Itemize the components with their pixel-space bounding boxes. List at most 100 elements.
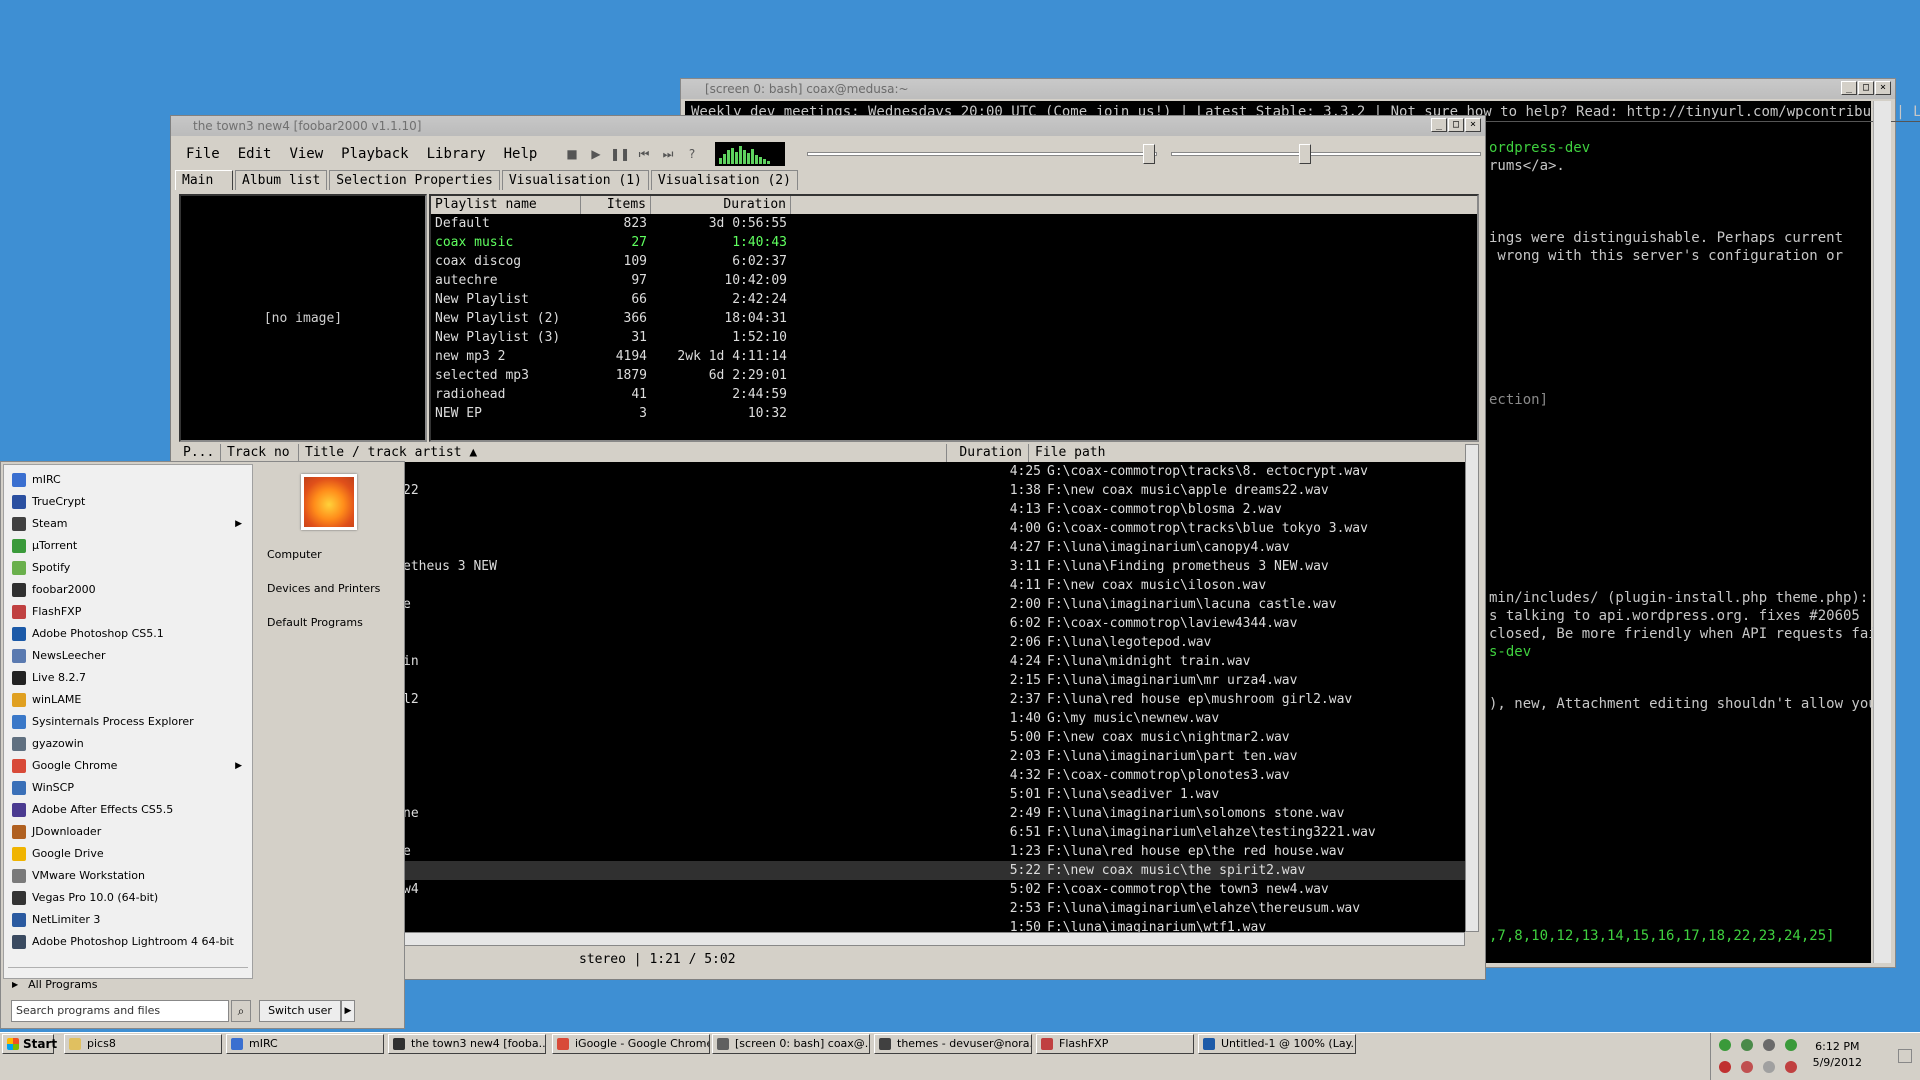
network-icon[interactable] [1719,1039,1731,1051]
program-adobe-photoshop-cs5-1[interactable]: Adobe Photoshop CS5.1 [4,623,252,645]
flashfxp-tray-icon[interactable] [1785,1061,1797,1073]
tray-app-icon[interactable] [1763,1061,1775,1073]
bash-titlebar[interactable]: [screen 0: bash] coax@medusa:~ _ □ × [681,79,1895,99]
close-button[interactable]: × [1875,81,1891,95]
playlist-row[interactable]: Default 823 3d 0:56:55 [431,214,1477,233]
menu-playback[interactable]: Playback [332,146,417,162]
program--torrent[interactable]: µTorrent [4,535,252,557]
seek-bar[interactable] [1171,152,1481,156]
taskbar-button[interactable]: FlashFXP [1036,1034,1194,1054]
col-items[interactable]: Items [581,196,651,214]
program-spotify[interactable]: Spotify [4,557,252,579]
program-google-drive[interactable]: Google Drive [4,843,252,865]
taskbar-button[interactable]: Untitled-1 @ 100% (Lay... [1198,1034,1356,1054]
taskbar-button[interactable]: iGoogle - Google Chrome [552,1034,710,1054]
program-winscp[interactable]: WinSCP [4,777,252,799]
switch-user-button[interactable]: Switch user [259,1000,341,1022]
program-sysinternals-process-explorer[interactable]: Sysinternals Process Explorer [4,711,252,733]
tab-album-list[interactable]: Album list [235,170,328,190]
start-button[interactable]: Start [2,1034,57,1054]
playlist-row[interactable]: selected mp3 1879 6d 2:29:01 [431,366,1477,385]
playlist-row[interactable]: autechre 97 10:42:09 [431,271,1477,290]
program-adobe-photoshop-lightroom-4-64-bit[interactable]: Adobe Photoshop Lightroom 4 64-bit [4,931,252,953]
random-icon[interactable]: ? [681,143,703,165]
col-duration[interactable]: Duration [947,444,1029,462]
program-vegas-pro-10-0-64-bit-[interactable]: Vegas Pro 10.0 (64-bit) [4,887,252,909]
tab-selection-properties[interactable]: Selection Properties [329,170,500,190]
foobar-titlebar[interactable]: the town3 new4 [foobar2000 v1.1.10] _ □ … [171,116,1485,136]
user-avatar[interactable] [301,474,357,530]
program-flashfxp[interactable]: FlashFXP [4,601,252,623]
program-gyazowin[interactable]: gyazowin [4,733,252,755]
taskbar-button[interactable]: [screen 0: bash] coax@... [712,1034,870,1054]
tray-app-icon[interactable] [1741,1061,1753,1073]
playlist-name: new mp3 2 [435,349,506,364]
maximize-button[interactable]: □ [1448,118,1464,132]
switch-user-arrow-icon[interactable]: ▶ [341,1000,355,1022]
col-file-path[interactable]: File path [1029,444,1479,462]
volume-icon[interactable] [1763,1039,1775,1051]
col-playlist-name[interactable]: Playlist name [431,196,581,214]
menu-file[interactable]: File [177,146,229,162]
tray-app-icon[interactable] [1719,1061,1731,1073]
program-foobar2000[interactable]: foobar2000 [4,579,252,601]
search-input[interactable]: Search programs and files [11,1000,229,1022]
minimize-button[interactable]: _ [1431,118,1447,132]
program-winlame[interactable]: winLAME [4,689,252,711]
playlist-row[interactable]: coax music 27 1:40:43 [431,233,1477,252]
volume-knob[interactable] [1143,144,1155,164]
seek-knob[interactable] [1299,144,1311,164]
stop-icon[interactable]: ■ [561,143,583,165]
close-button[interactable]: × [1465,118,1481,132]
play-icon[interactable]: ▶ [585,143,607,165]
col-title[interactable]: Title / track artist ▲ [299,444,947,462]
taskbar-button[interactable]: the town3 new4 [fooba... [388,1034,546,1054]
program-mirc[interactable]: mIRC [4,469,252,491]
program-vmware-workstation[interactable]: VMware Workstation [4,865,252,887]
tray-app-icon[interactable] [1741,1039,1753,1051]
search-icon[interactable]: ⌕ [231,1000,251,1022]
program-netlimiter-3[interactable]: NetLimiter 3 [4,909,252,931]
col-playing[interactable]: P... [177,444,221,462]
taskbar-button[interactable]: pics8 [64,1034,222,1054]
menu-edit[interactable]: Edit [229,146,281,162]
taskbar-button[interactable]: themes - devuser@nora... [874,1034,1032,1054]
tab-visualisation-1-[interactable]: Visualisation (1) [501,170,649,190]
clock[interactable]: 6:12 PM 5/9/2012 [1813,1039,1862,1071]
playlist-row[interactable]: New Playlist 66 2:42:24 [431,290,1477,309]
menu-view[interactable]: View [280,146,332,162]
playlist-row[interactable]: new mp3 2 4194 2wk 1d 4:11:14 [431,347,1477,366]
program-live-8-2-7[interactable]: Live 8.2.7 [4,667,252,689]
pause-icon[interactable]: ❚❚ [609,143,631,165]
tab-main[interactable]: Main [175,170,233,190]
show-desktop-button[interactable] [1898,1049,1912,1063]
link-devices-printers[interactable]: Devices and Printers [257,572,404,606]
link-default-programs[interactable]: Default Programs [257,606,404,640]
menu-library[interactable]: Library [418,146,495,162]
program-adobe-after-effects-cs5-5[interactable]: Adobe After Effects CS5.5 [4,799,252,821]
col-duration[interactable]: Duration [651,196,791,214]
utorrent-icon[interactable] [1785,1039,1797,1051]
program-jdownloader[interactable]: JDownloader [4,821,252,843]
next-icon[interactable]: ⏭ [657,143,679,165]
playlist-row[interactable]: NEW EP 3 10:32 [431,404,1477,423]
tab-visualisation-2-[interactable]: Visualisation (2) [650,170,798,190]
taskbar-button[interactable]: mIRC [226,1034,384,1054]
program-newsleecher[interactable]: NewsLeecher [4,645,252,667]
program-google-chrome[interactable]: Google Chrome ▶ [4,755,252,777]
playlist-row[interactable]: coax discog 109 6:02:37 [431,252,1477,271]
menu-help[interactable]: Help [495,146,547,162]
volume-slider[interactable] [807,152,1157,156]
program-truecrypt[interactable]: TrueCrypt [4,491,252,513]
terminal-scrollbar[interactable] [1873,101,1891,963]
playlist-row[interactable]: New Playlist (3) 31 1:52:10 [431,328,1477,347]
playlist-row[interactable]: New Playlist (2) 366 18:04:31 [431,309,1477,328]
link-computer[interactable]: Computer [257,538,404,572]
program-steam[interactable]: Steam ▶ [4,513,252,535]
maximize-button[interactable]: □ [1858,81,1874,95]
previous-icon[interactable]: ⏮ [633,143,655,165]
playlist-row[interactable]: radiohead 41 2:44:59 [431,385,1477,404]
minimize-button[interactable]: _ [1841,81,1857,95]
col-track-no[interactable]: Track no [221,444,299,462]
tracklist-vscrollbar[interactable] [1465,444,1479,932]
